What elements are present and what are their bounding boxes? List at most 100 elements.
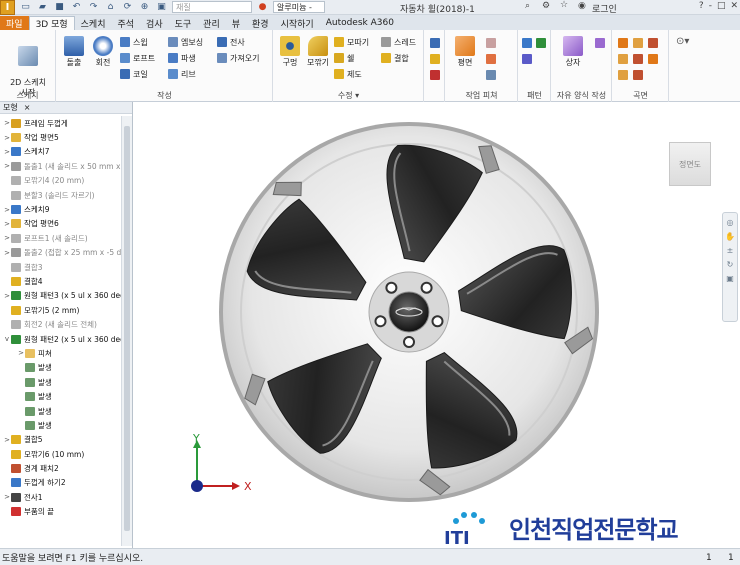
tab-get-started[interactable]: 시작하기 <box>275 16 320 30</box>
revolve-button[interactable]: 회전 <box>90 36 116 68</box>
orbit-icon[interactable]: ↻ <box>725 260 735 269</box>
tree-node[interactable]: > 로프트1 (새 솔리드) <box>0 231 121 245</box>
home-icon[interactable]: ⌂ <box>104 2 117 13</box>
graphics-viewport[interactable]: 정면도 ◎ ✋ ± ↻ ▣ Y X ITI 인천직업전문학교 <box>134 102 740 548</box>
tab-environments[interactable]: 환경 <box>246 16 275 30</box>
tree-node[interactable]: > 전사1 <box>0 490 121 504</box>
material-search-input[interactable]: 재질 <box>172 1 252 13</box>
expand-toggle-icon[interactable]: > <box>3 220 11 228</box>
extend-icon[interactable] <box>633 54 643 64</box>
patch-icon[interactable] <box>648 38 658 48</box>
stitch-icon[interactable] <box>618 38 628 48</box>
tab-view[interactable]: 뷰 <box>226 16 246 30</box>
expand-toggle-icon[interactable]: > <box>3 162 11 170</box>
hole-button[interactable]: 구멍 <box>277 36 303 68</box>
tree-node[interactable]: > 결합5 <box>0 433 121 447</box>
tree-node[interactable]: 결합4 <box>0 274 121 288</box>
wheel-model[interactable] <box>204 112 614 512</box>
circular-pattern-icon[interactable] <box>536 38 546 48</box>
rect-pattern-icon[interactable] <box>522 38 532 48</box>
axis-icon[interactable] <box>486 38 496 48</box>
redo-icon[interactable]: ↷ <box>87 2 100 13</box>
browser-scrollbar[interactable] <box>121 116 132 546</box>
fit-mesh-icon[interactable] <box>633 70 643 80</box>
expand-toggle-icon[interactable]: > <box>3 249 11 257</box>
tree-node[interactable]: > 작업 평면6 <box>0 217 121 231</box>
help-icon[interactable]: ? <box>699 1 704 11</box>
combine-button[interactable]: 결합 <box>381 52 409 64</box>
browser-close-icon[interactable]: × <box>24 103 31 112</box>
appearance-select[interactable]: 알루미늄 - <box>273 1 325 13</box>
favorites-star-icon[interactable]: ☆ <box>560 0 568 10</box>
new-file-icon[interactable]: ▭ <box>19 2 32 13</box>
chamfer-button[interactable]: 모따기 <box>334 36 369 48</box>
repair-icon[interactable] <box>618 70 628 80</box>
mirror-icon[interactable] <box>522 54 532 64</box>
tab-inspect[interactable]: 검사 <box>140 16 169 30</box>
split-icon[interactable] <box>430 38 440 48</box>
minimize-button[interactable]: - <box>709 1 712 11</box>
tree-node[interactable]: 발생 <box>0 375 121 389</box>
tree-node[interactable]: 발생 <box>0 404 121 418</box>
tree-node[interactable]: 모깎기6 (10 mm) <box>0 447 121 461</box>
expand-toggle-icon[interactable]: > <box>3 436 11 444</box>
point-icon[interactable] <box>486 54 496 64</box>
viewcube[interactable]: 정면도 <box>669 142 711 186</box>
tree-node[interactable]: > 원형 패턴3 (x 5 ul x 360 deg <box>0 289 121 303</box>
derive-button[interactable]: 파생 <box>168 52 196 64</box>
tab-manage[interactable]: 관리 <box>197 16 226 30</box>
tab-a360[interactable]: Autodesk A360 <box>320 16 400 30</box>
tree-node[interactable]: 부품의 끝 <box>0 505 121 519</box>
tree-node[interactable]: > 돌출1 (새 솔리드 x 50 mm x <box>0 159 121 173</box>
tree-node[interactable]: > 작업 평면5 <box>0 130 121 144</box>
freeform-extra-icon[interactable] <box>595 38 605 48</box>
tab-sketch[interactable]: 스케치 <box>75 16 112 30</box>
tree-node[interactable]: 모깎기5 (2 mm) <box>0 303 121 317</box>
sculpt-icon[interactable] <box>633 38 643 48</box>
coil-button[interactable]: 코일 <box>120 68 148 80</box>
tree-node[interactable]: 발생 <box>0 418 121 432</box>
tab-file[interactable]: 파일 <box>0 16 29 30</box>
fillet-button[interactable]: 모깎기 <box>305 36 331 68</box>
tree-node[interactable]: > 돌출2 (접합 x 25 mm x -5 d <box>0 246 121 260</box>
zoom-icon[interactable]: ± <box>725 246 735 255</box>
tab-3d-model[interactable]: 3D 모형 <box>28 16 75 30</box>
tree-node[interactable]: > 스케치7 <box>0 145 121 159</box>
expand-toggle-icon[interactable]: > <box>3 493 11 501</box>
loft-button[interactable]: 로프트 <box>120 52 155 64</box>
search-icon[interactable]: ⌕ <box>525 1 530 11</box>
thread-button[interactable]: 스레드 <box>381 36 416 48</box>
extrude-button[interactable]: 돌출 <box>61 36 87 68</box>
rib-button[interactable]: 리브 <box>168 68 196 80</box>
draft-button[interactable]: 제도 <box>334 68 362 80</box>
move-face-icon[interactable] <box>430 54 440 64</box>
close-button[interactable]: ✕ <box>730 1 738 11</box>
tree-node[interactable]: 결합3 <box>0 260 121 274</box>
trim-icon[interactable] <box>618 54 628 64</box>
maximize-button[interactable]: □ <box>717 1 726 11</box>
tree-node[interactable]: > 프레임 두껍게 <box>0 116 121 130</box>
decal-button[interactable]: 전사 <box>217 36 245 48</box>
tab-annotate[interactable]: 주석 <box>111 16 140 30</box>
tree-node[interactable]: > 피쳐 <box>0 346 121 360</box>
browser-scroll-thumb[interactable] <box>124 126 130 531</box>
save-icon[interactable]: ■ <box>53 2 66 13</box>
pan-icon[interactable]: ✋ <box>725 232 735 241</box>
expand-toggle-icon[interactable]: > <box>3 134 11 142</box>
steering-wheel-icon[interactable]: ◎ <box>725 218 735 227</box>
tree-node[interactable]: 발생 <box>0 389 121 403</box>
tab-tools[interactable]: 도구 <box>169 16 198 30</box>
plane-button[interactable]: 평면 <box>450 36 480 68</box>
tree-node[interactable]: v 원형 패턴2 (x 5 ul x 360 deg <box>0 332 121 346</box>
tree-node[interactable]: 두껍게 하기2 <box>0 476 121 490</box>
application-menu-button[interactable]: I <box>0 0 15 15</box>
tree-node[interactable]: 분할3 (솔리드 자르기) <box>0 188 121 202</box>
replace-face-icon[interactable] <box>648 54 658 64</box>
tree-node[interactable]: > 스케치9 <box>0 202 121 216</box>
open-folder-icon[interactable]: ▰ <box>36 2 49 13</box>
import-button[interactable]: 가져오기 <box>217 52 259 64</box>
select-icon[interactable]: ▣ <box>155 2 168 13</box>
emboss-button[interactable]: 엠보싱 <box>168 36 203 48</box>
start-2d-sketch-button[interactable]: 2D 스케치 시작 <box>4 36 52 98</box>
expand-toggle-icon[interactable]: > <box>3 119 11 127</box>
